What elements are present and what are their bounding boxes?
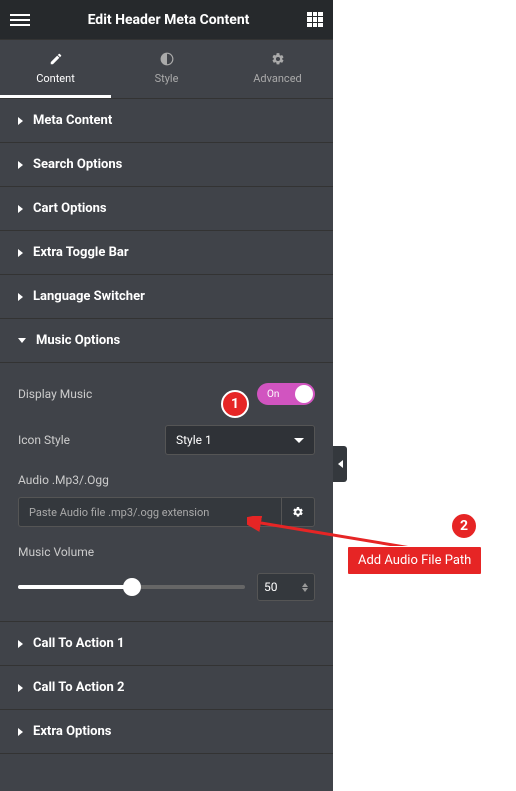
tab-advanced[interactable]: Advanced [222, 40, 333, 98]
section-meta-content[interactable]: Meta Content [0, 99, 333, 143]
sections-scroll[interactable]: Meta Content Search Options Cart Options… [0, 99, 333, 791]
section-title: Extra Options [33, 724, 111, 739]
hamburger-menu-icon[interactable] [10, 10, 30, 30]
icon-style-label: Icon Style [18, 433, 70, 447]
audio-label: Audio .Mp3/.Ogg [18, 473, 315, 487]
panel-title: Edit Header Meta Content [88, 12, 250, 28]
audio-settings-button[interactable] [281, 497, 315, 527]
section-music-options[interactable]: Music Options [0, 319, 333, 363]
section-cta-1[interactable]: Call To Action 1 [0, 622, 333, 666]
section-title: Call To Action 2 [33, 680, 124, 695]
tab-label: Advanced [253, 72, 301, 85]
chevron-right-icon [18, 205, 23, 213]
annotation-label: Add Audio File Path [347, 546, 482, 575]
chevron-right-icon [18, 684, 23, 692]
chevron-right-icon [18, 640, 23, 648]
tab-bar: Content Style Advanced [0, 40, 333, 99]
chevron-right-icon [18, 728, 23, 736]
stepper-up-icon[interactable] [302, 583, 308, 587]
slider-thumb[interactable] [123, 578, 141, 596]
chevron-right-icon [18, 249, 23, 257]
toggle-knob [295, 385, 313, 403]
volume-value: 50 [264, 580, 278, 594]
section-title: Cart Options [33, 201, 107, 216]
chevron-down-icon [294, 438, 304, 443]
pencil-icon [49, 52, 63, 66]
display-music-label: Display Music [18, 387, 92, 401]
section-extra-options[interactable]: Extra Options [0, 710, 333, 754]
music-options-body: Display Music On Icon Style Style 1 Audi… [0, 383, 333, 622]
volume-number-input[interactable]: 50 [257, 573, 315, 601]
widgets-grid-icon[interactable] [307, 12, 323, 28]
chevron-down-icon [18, 338, 26, 343]
music-volume-label: Music Volume [18, 545, 315, 559]
gear-icon [292, 506, 304, 518]
section-language-switcher[interactable]: Language Switcher [0, 275, 333, 319]
panel-collapse-button[interactable] [333, 446, 347, 482]
section-search-options[interactable]: Search Options [0, 143, 333, 187]
audio-path-input[interactable] [18, 497, 281, 527]
annotation-badge-1: 1 [221, 390, 249, 418]
section-title: Language Switcher [33, 289, 145, 304]
section-title: Music Options [36, 333, 120, 348]
volume-slider[interactable] [18, 585, 245, 589]
chevron-right-icon [18, 293, 23, 301]
tab-style[interactable]: Style [111, 40, 222, 98]
panel-header: Edit Header Meta Content [0, 0, 333, 40]
slider-fill [18, 585, 132, 589]
section-cart-options[interactable]: Cart Options [0, 187, 333, 231]
section-cta-2[interactable]: Call To Action 2 [0, 666, 333, 710]
toggle-state-label: On [267, 389, 279, 400]
chevron-right-icon [18, 117, 23, 125]
editor-panel: Edit Header Meta Content Content Style A… [0, 0, 333, 791]
section-title: Extra Toggle Bar [33, 245, 129, 260]
tab-label: Style [155, 72, 179, 85]
select-value: Style 1 [176, 433, 212, 447]
tab-content[interactable]: Content [0, 40, 111, 98]
gear-icon [271, 52, 285, 66]
chevron-right-icon [18, 161, 23, 169]
annotation-badge-2: 2 [450, 512, 478, 540]
section-title: Search Options [33, 157, 122, 172]
icon-style-select[interactable]: Style 1 [165, 425, 315, 455]
display-music-toggle[interactable]: On [257, 383, 315, 405]
stepper-down-icon[interactable] [302, 588, 308, 592]
section-extra-toggle-bar[interactable]: Extra Toggle Bar [0, 231, 333, 275]
section-title: Meta Content [33, 113, 112, 128]
chevron-left-icon [338, 460, 343, 468]
tab-label: Content [36, 72, 75, 85]
section-title: Call To Action 1 [33, 636, 124, 651]
contrast-icon [160, 52, 174, 66]
